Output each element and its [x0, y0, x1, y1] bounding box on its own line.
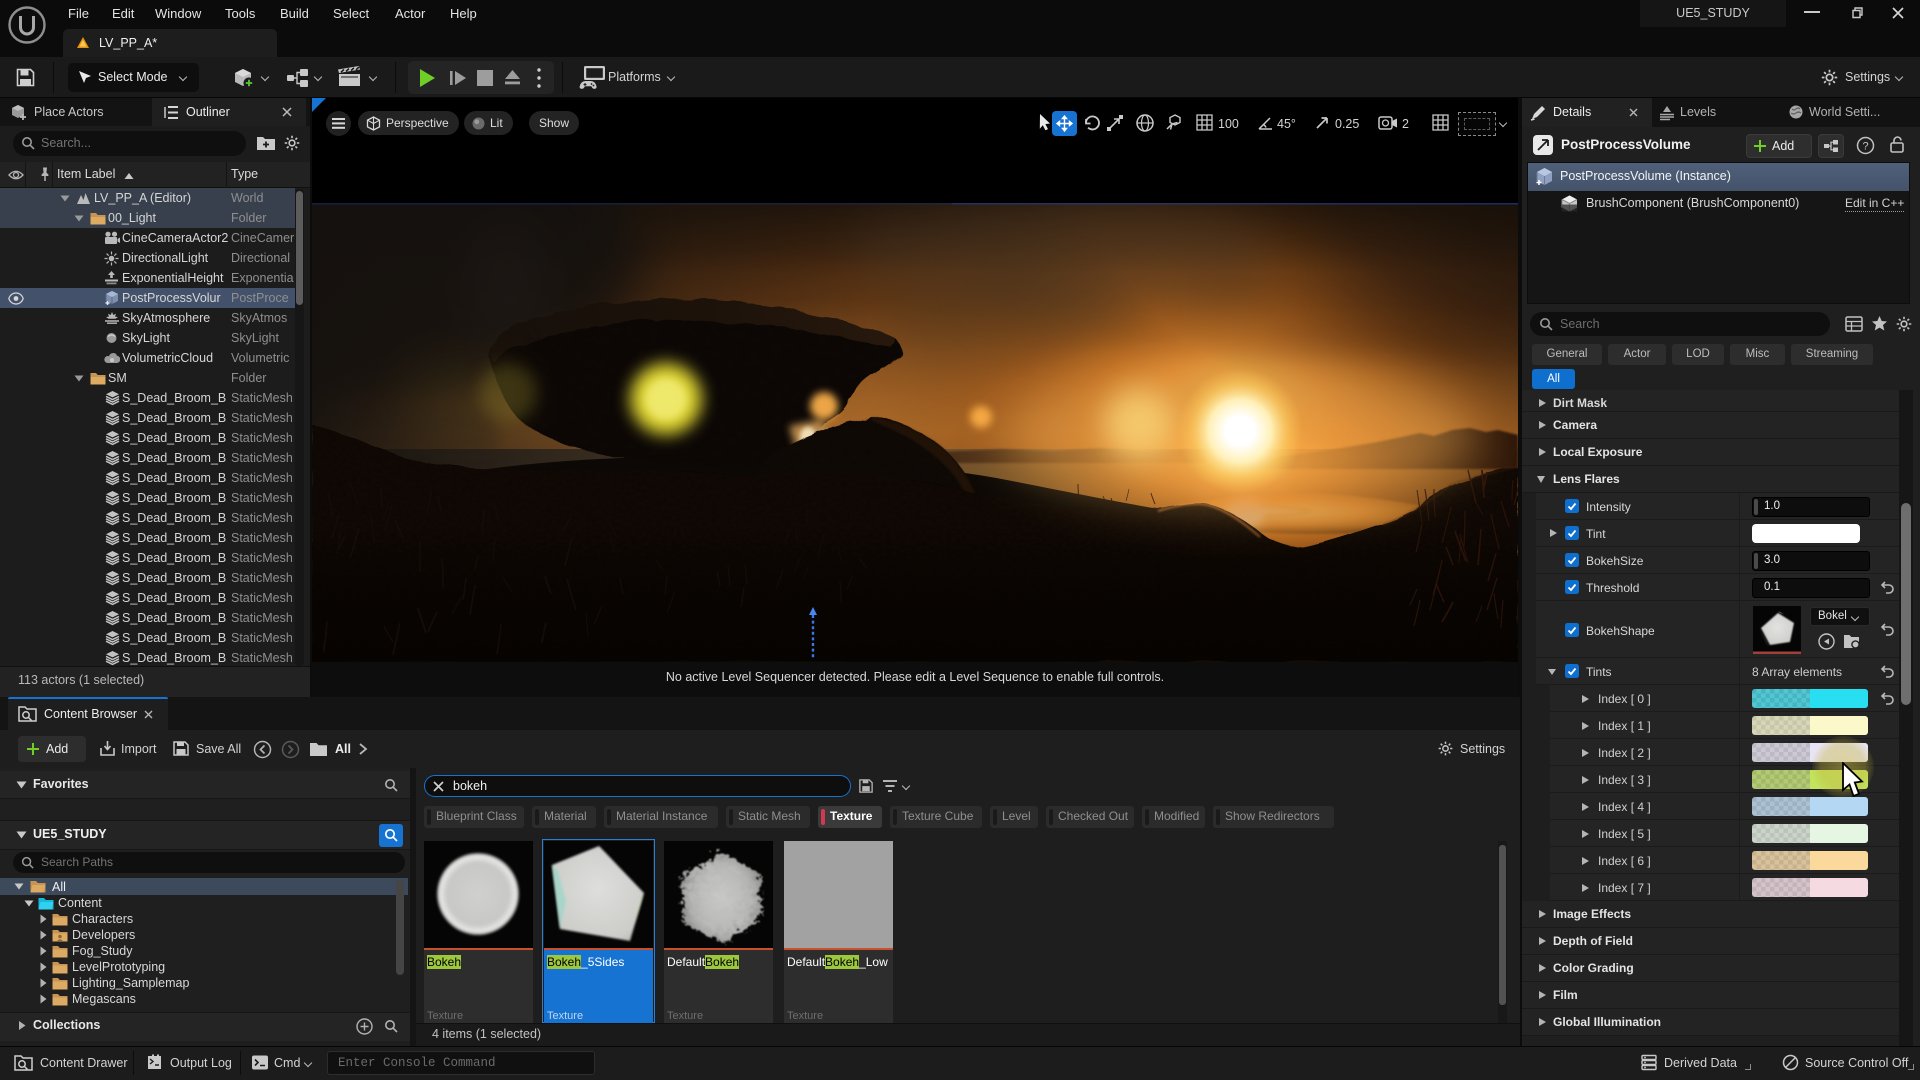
svg-text:?: ?	[1862, 141, 1868, 153]
